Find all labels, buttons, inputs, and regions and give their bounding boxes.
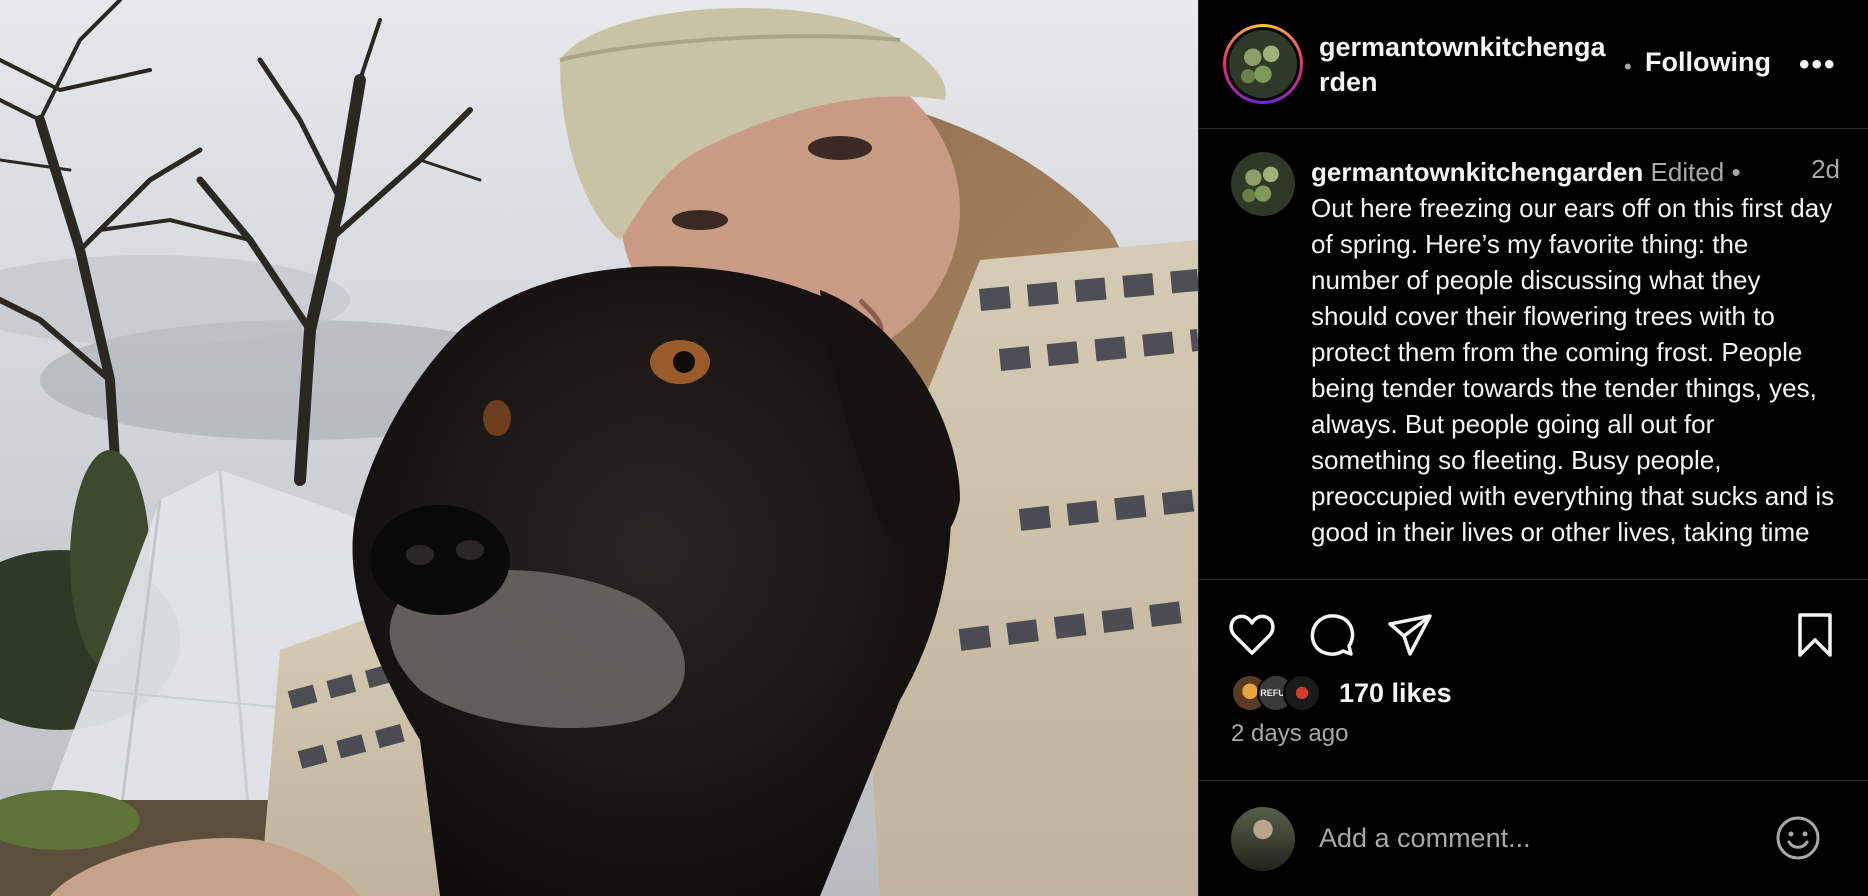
header-separator: • [1624, 54, 1632, 79]
caption-username[interactable]: germantownkitchengarden [1311, 157, 1643, 187]
caption-section[interactable]: germantownkitchengarden Edited • 2d Out … [1199, 130, 1868, 580]
more-options-icon[interactable]: ••• [1799, 48, 1837, 82]
action-bar [1199, 600, 1868, 660]
header-username[interactable]: germantownkitchengarden [1319, 30, 1609, 100]
post-header: germantownkitchengarden • Following ••• [1199, 0, 1868, 129]
caption-avatar[interactable] [1231, 152, 1295, 216]
caption-text: Out here freezing our ears off on this f… [1311, 193, 1835, 547]
profile-avatar[interactable] [1223, 24, 1303, 104]
likes-row[interactable]: REFUG 170 likes [1231, 674, 1831, 714]
bookmark-icon[interactable] [1790, 610, 1840, 660]
heart-icon[interactable] [1227, 610, 1277, 660]
avatar-image [1229, 30, 1297, 98]
post-photo[interactable] [0, 0, 1198, 896]
edited-label: Edited [1650, 157, 1725, 187]
comment-icon[interactable] [1307, 610, 1357, 660]
comment-composer [1199, 780, 1868, 896]
caption-meta: germantownkitchengarden Edited • [1311, 154, 1841, 190]
share-icon[interactable] [1385, 610, 1435, 660]
post-side-panel: germantownkitchengarden • Following ••• … [1199, 0, 1868, 896]
emoji-icon[interactable] [1775, 815, 1821, 861]
post-timestamp[interactable]: 2 days ago [1231, 720, 1348, 748]
caption-time[interactable]: 2d [1811, 154, 1840, 185]
liker-avatar[interactable] [1283, 674, 1321, 712]
photo-illustration [0, 0, 1198, 896]
caption-separator: • [1731, 157, 1741, 187]
comment-input[interactable] [1319, 813, 1759, 863]
likes-count[interactable]: 170 likes [1339, 678, 1452, 709]
current-user-avatar [1231, 807, 1295, 871]
following-button[interactable]: Following [1645, 47, 1771, 78]
